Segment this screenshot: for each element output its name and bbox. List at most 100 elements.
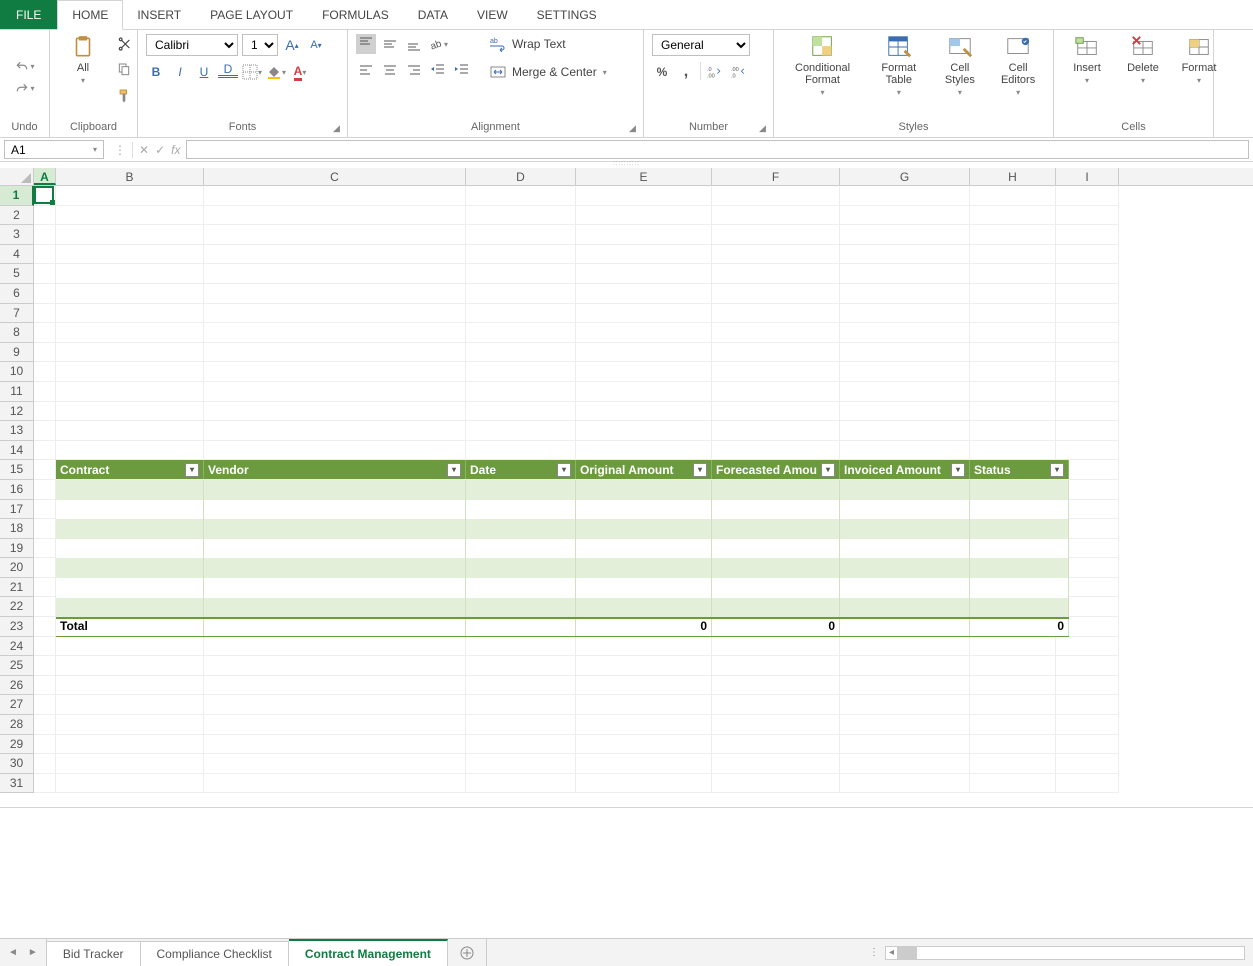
cell-styles-button[interactable]: Cell Styles▾: [935, 34, 986, 97]
add-sheet-button[interactable]: [448, 939, 487, 966]
row-header-21[interactable]: 21: [0, 578, 34, 598]
sheet-nav-prev[interactable]: ◄: [8, 947, 18, 958]
number-dialog-launcher[interactable]: ◢: [759, 123, 769, 133]
table-header[interactable]: Forecasted Amou▾: [712, 460, 840, 479]
cancel-formula-button[interactable]: ✕: [139, 143, 149, 157]
row-header-18[interactable]: 18: [0, 519, 34, 539]
table-header[interactable]: Vendor▾: [204, 460, 466, 479]
row-header-23[interactable]: 23: [0, 617, 34, 637]
grow-font-button[interactable]: A▴: [282, 35, 302, 55]
paste-button[interactable]: All ▾: [58, 34, 108, 85]
format-table-button[interactable]: Format Table▾: [869, 34, 929, 97]
shrink-font-button[interactable]: A▾: [306, 35, 326, 55]
col-header-D[interactable]: D: [466, 168, 576, 185]
grid-row[interactable]: [34, 284, 1253, 304]
row-header-13[interactable]: 13: [0, 421, 34, 441]
row-header-20[interactable]: 20: [0, 558, 34, 578]
grid-row[interactable]: [34, 774, 1253, 794]
col-header-B[interactable]: B: [56, 168, 204, 185]
row-header-5[interactable]: 5: [0, 264, 34, 284]
undo-button[interactable]: ▾: [15, 57, 35, 77]
filter-button[interactable]: ▾: [693, 463, 707, 477]
grid-row[interactable]: [34, 421, 1253, 441]
sheet-tab[interactable]: Contract Management: [289, 939, 448, 966]
fill-color-button[interactable]: ▾: [266, 62, 286, 82]
grid-row[interactable]: [34, 343, 1253, 363]
filter-button[interactable]: ▾: [447, 463, 461, 477]
align-bottom-button[interactable]: [404, 34, 424, 54]
grid-row[interactable]: [34, 382, 1253, 402]
row-header-11[interactable]: 11: [0, 382, 34, 402]
horizontal-scrollbar[interactable]: ◂: [885, 946, 1245, 960]
table-header[interactable]: Status▾: [970, 460, 1069, 479]
filter-button[interactable]: ▾: [951, 463, 965, 477]
filter-button[interactable]: ▾: [185, 463, 199, 477]
font-size-select[interactable]: 11: [242, 34, 278, 56]
alignment-dialog-launcher[interactable]: ◢: [629, 123, 639, 133]
col-header-F[interactable]: F: [712, 168, 840, 185]
comma-button[interactable]: ,: [676, 62, 696, 82]
grid-row[interactable]: [34, 637, 1253, 657]
borders-button[interactable]: ▾: [242, 62, 262, 82]
row-header-8[interactable]: 8: [0, 323, 34, 343]
tab-page-layout[interactable]: PAGE LAYOUT: [196, 0, 308, 29]
fx-button[interactable]: fx: [171, 143, 180, 157]
align-right-button[interactable]: [404, 60, 424, 80]
grid-row[interactable]: [34, 264, 1253, 284]
grid-row[interactable]: [34, 206, 1253, 226]
bold-button[interactable]: B: [146, 62, 166, 82]
grid-row[interactable]: [34, 323, 1253, 343]
sheet-tab[interactable]: Compliance Checklist: [141, 941, 289, 966]
menu-bullets-icon[interactable]: ⋮: [114, 143, 126, 157]
format-painter-button[interactable]: [114, 86, 134, 106]
table-header[interactable]: Date▾: [466, 460, 576, 479]
grid-row[interactable]: [34, 695, 1253, 715]
grid-row[interactable]: [34, 304, 1253, 324]
increase-indent-button[interactable]: [452, 60, 472, 80]
align-top-button[interactable]: [356, 34, 376, 54]
underline-button[interactable]: U: [194, 62, 214, 82]
grid-row[interactable]: [34, 362, 1253, 382]
filter-button[interactable]: ▾: [1050, 463, 1064, 477]
data-table[interactable]: Contract▾Vendor▾Date▾Original Amount▾For…: [56, 460, 1069, 636]
grid-row[interactable]: [34, 225, 1253, 245]
table-row[interactable]: [56, 500, 1069, 520]
copy-button[interactable]: [114, 60, 134, 80]
tab-data[interactable]: DATA: [404, 0, 463, 29]
format-cells-button[interactable]: Format▾: [1174, 34, 1224, 85]
cut-button[interactable]: [114, 34, 134, 54]
row-header-27[interactable]: 27: [0, 695, 34, 715]
grid-row[interactable]: [34, 754, 1253, 774]
grid-row[interactable]: [34, 715, 1253, 735]
tab-file[interactable]: FILE: [0, 0, 57, 29]
grid-row[interactable]: [34, 186, 1253, 206]
italic-button[interactable]: I: [170, 62, 190, 82]
grid-row[interactable]: [34, 441, 1253, 461]
table-row[interactable]: [56, 539, 1069, 559]
row-header-17[interactable]: 17: [0, 500, 34, 520]
col-header-I[interactable]: I: [1056, 168, 1119, 185]
tab-settings[interactable]: SETTINGS: [523, 0, 612, 29]
filter-button[interactable]: ▾: [821, 463, 835, 477]
tab-formulas[interactable]: FORMULAS: [308, 0, 404, 29]
row-header-22[interactable]: 22: [0, 597, 34, 617]
align-middle-button[interactable]: [380, 34, 400, 54]
row-header-2[interactable]: 2: [0, 206, 34, 226]
table-row[interactable]: [56, 519, 1069, 539]
grid-row[interactable]: [34, 676, 1253, 696]
row-header-26[interactable]: 26: [0, 676, 34, 696]
row-header-6[interactable]: 6: [0, 284, 34, 304]
row-header-14[interactable]: 14: [0, 441, 34, 461]
row-header-1[interactable]: 1: [0, 186, 34, 206]
col-header-C[interactable]: C: [204, 168, 466, 185]
orientation-button[interactable]: ab▾: [428, 34, 448, 54]
row-header-16[interactable]: 16: [0, 480, 34, 500]
grid-row[interactable]: [34, 656, 1253, 676]
decrease-indent-button[interactable]: [428, 60, 448, 80]
percent-button[interactable]: %: [652, 62, 672, 82]
table-header[interactable]: Original Amount▾: [576, 460, 712, 479]
tab-insert[interactable]: INSERT: [123, 0, 196, 29]
row-header-24[interactable]: 24: [0, 637, 34, 657]
row-header-29[interactable]: 29: [0, 735, 34, 755]
table-row[interactable]: [56, 558, 1069, 578]
